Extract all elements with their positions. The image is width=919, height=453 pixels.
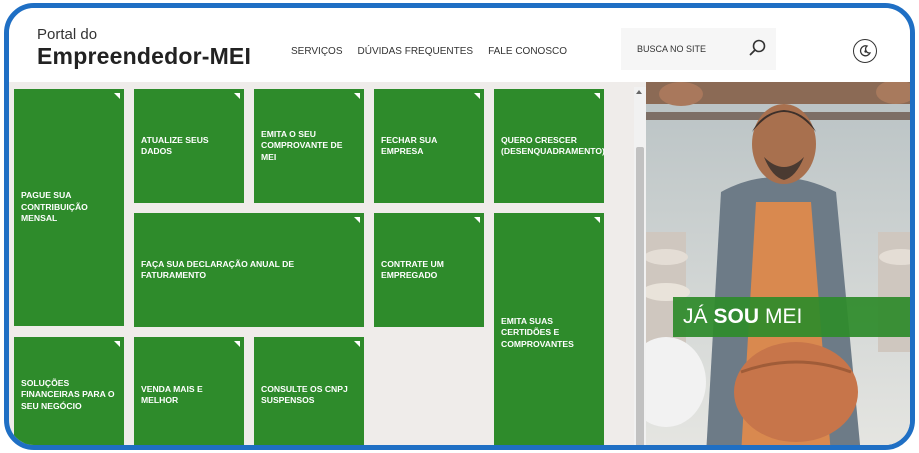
tile-atualize-dados[interactable]: ATUALIZE SEUS DADOS <box>134 89 244 203</box>
corner-arrow-icon <box>354 93 360 99</box>
logo-line1[interactable]: Portal do <box>37 26 97 43</box>
grid-scrollbar[interactable] <box>634 87 646 445</box>
hero-image: JÁ SOU MEI <box>646 82 910 445</box>
tile-label: VENDA MAIS E MELHOR <box>141 383 203 405</box>
tile-quero-crescer[interactable]: QUERO CRESCER (DESENQUADRAMENTO) <box>494 89 605 203</box>
corner-arrow-icon <box>594 217 600 223</box>
search-icon[interactable] <box>748 38 768 58</box>
tile-label: EMITA O SEU COMPROVANTE DE MEI <box>261 128 343 162</box>
corner-arrow-icon <box>474 93 480 99</box>
corner-arrow-icon <box>354 217 360 223</box>
scroll-up-arrow-icon[interactable] <box>636 90 642 94</box>
logo-line2[interactable]: Empreendedor-MEI <box>37 43 251 70</box>
search-input[interactable] <box>621 28 741 70</box>
scroll-thumb[interactable] <box>636 147 644 445</box>
tile-label: CONTRATE UM EMPREGADO <box>381 258 444 280</box>
search-box <box>621 28 776 70</box>
tile-fechar-empresa[interactable]: FECHAR SUA EMPRESA <box>374 89 484 203</box>
corner-arrow-icon <box>114 341 120 347</box>
tile-label: CONSULTE OS CNPJ SUSPENSOS <box>261 383 348 405</box>
banner-text-post: MEI <box>765 305 803 328</box>
corner-arrow-icon <box>234 341 240 347</box>
tile-label: QUERO CRESCER (DESENQUADRAMENTO) <box>501 134 605 156</box>
ja-sou-mei-banner[interactable]: JÁ SOU MEI <box>673 297 910 337</box>
tile-solucoes-financeiras[interactable]: SOLUÇÕES FINANCEIRAS PARA O SEU NEGÓCIO <box>14 337 124 445</box>
tile-declaracao-anual[interactable]: FAÇA SUA DECLARAÇÃO ANUAL DE FATURAMENTO <box>134 213 364 327</box>
main-nav: SERVIÇOS DÚVIDAS FREQUENTES FALE CONOSCO <box>291 46 567 57</box>
tile-pague-contribuicao[interactable]: PAGUE SUA CONTRIBUIÇÃO MENSAL <box>14 89 124 326</box>
tile-label: FECHAR SUA EMPRESA <box>381 134 438 156</box>
corner-arrow-icon <box>114 93 120 99</box>
tile-contrate-empregado[interactable]: CONTRATE UM EMPREGADO <box>374 213 484 327</box>
tile-label: SOLUÇÕES FINANCEIRAS PARA O SEU NEGÓCIO <box>21 377 115 411</box>
tile-label: PAGUE SUA CONTRIBUIÇÃO MENSAL <box>21 190 88 224</box>
tile-emita-certidoes[interactable]: EMITA SUAS CERTIDÕES E COMPROVANTES <box>494 213 604 445</box>
banner-text-bold: SOU <box>713 305 760 328</box>
corner-arrow-icon <box>594 93 600 99</box>
tile-comprovante-mei[interactable]: EMITA O SEU COMPROVANTE DE MEI <box>254 89 364 203</box>
site-header: Portal do Empreendedor-MEI SERVIÇOS DÚVI… <box>9 8 910 82</box>
hero-photo <box>646 82 910 445</box>
tile-label: ATUALIZE SEUS DADOS <box>141 134 209 156</box>
nav-fale-conosco[interactable]: FALE CONOSCO <box>488 46 567 57</box>
tile-label: FAÇA SUA DECLARAÇÃO ANUAL DE FATURAMENTO <box>141 258 295 280</box>
browser-frame: Portal do Empreendedor-MEI SERVIÇOS DÚVI… <box>4 3 915 450</box>
tile-venda-mais[interactable]: VENDA MAIS E MELHOR <box>134 337 244 445</box>
contrast-icon[interactable] <box>853 39 877 63</box>
tile-label: EMITA SUAS CERTIDÕES E COMPROVANTES <box>501 315 574 349</box>
nav-duvidas-frequentes[interactable]: DÚVIDAS FREQUENTES <box>358 46 474 57</box>
corner-arrow-icon <box>354 341 360 347</box>
corner-arrow-icon <box>234 93 240 99</box>
banner-text-pre: JÁ <box>683 305 708 328</box>
tile-cnpj-suspensos[interactable]: CONSULTE OS CNPJ SUSPENSOS <box>254 337 364 445</box>
services-grid: PAGUE SUA CONTRIBUIÇÃO MENSAL ATUALIZE S… <box>9 87 631 445</box>
corner-arrow-icon <box>474 217 480 223</box>
nav-servicos[interactable]: SERVIÇOS <box>291 46 343 57</box>
